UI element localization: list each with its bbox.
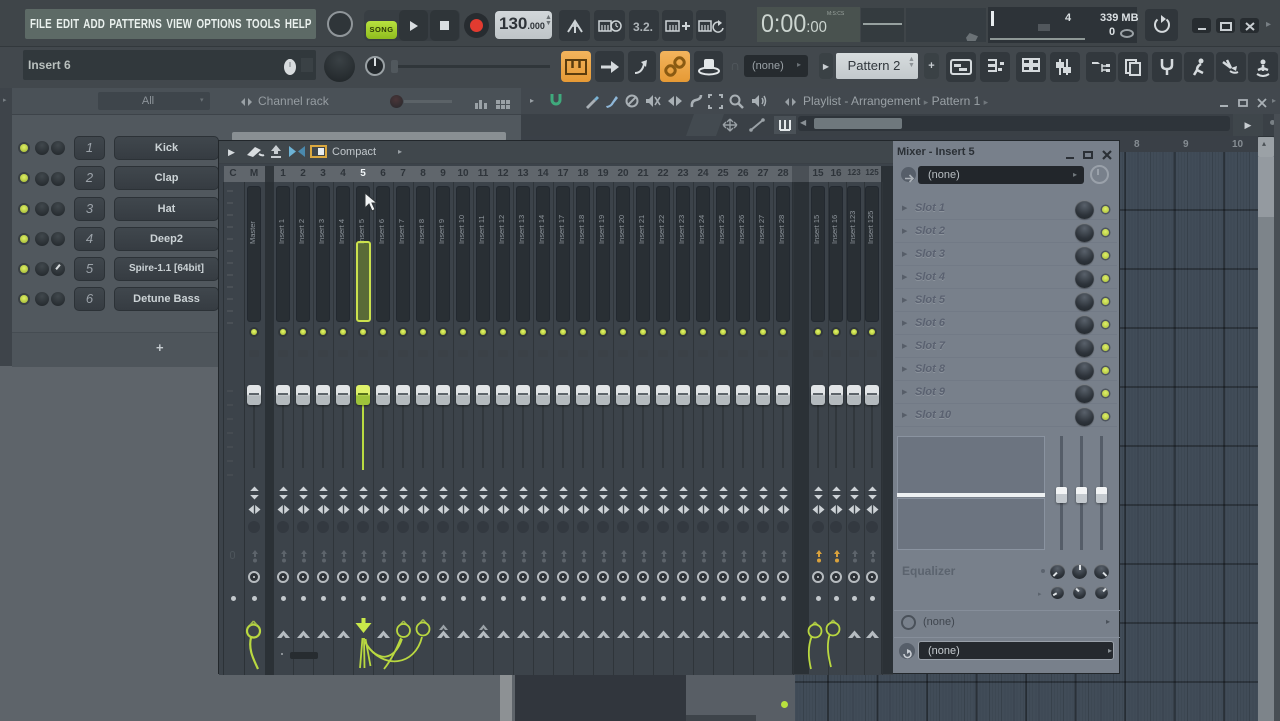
svg-text:3.2.: 3.2. — [633, 20, 653, 34]
